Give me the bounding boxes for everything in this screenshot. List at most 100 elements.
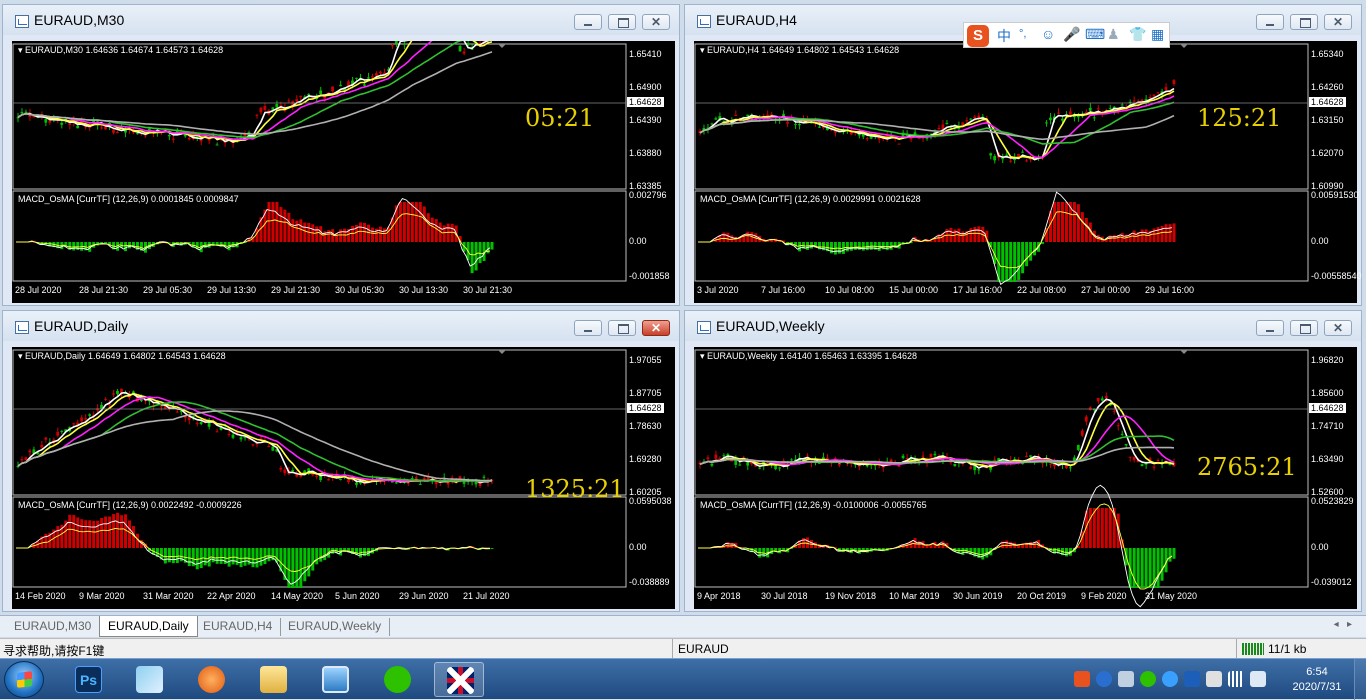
taskbar-app-metatrader[interactable] (434, 662, 484, 697)
tab-euraud-h4[interactable]: EURAUD,H4 (195, 618, 281, 636)
candle-body (463, 52, 466, 54)
network-icon[interactable] (1228, 671, 1244, 687)
maximize-button[interactable] (608, 14, 636, 30)
close-button[interactable]: ✕ (1324, 320, 1352, 336)
candle-body (934, 454, 937, 455)
minimize-button[interactable] (1256, 320, 1284, 336)
candle-body (228, 434, 231, 435)
skin-icon[interactable]: 👕 (1129, 26, 1146, 43)
taskbar-app-paint[interactable] (124, 662, 174, 697)
safety-tray-icon[interactable] (1206, 671, 1222, 687)
shield-icon[interactable] (1184, 671, 1200, 687)
close-button[interactable]: ✕ (642, 320, 670, 336)
taskbar-app-photo-viewer[interactable] (310, 662, 360, 697)
candle-body (80, 417, 83, 421)
taskbar-app-wechat[interactable] (372, 662, 422, 697)
price-chart[interactable]: ▾ EURAUD,Weekly 1.64140 1.65463 1.63395 … (694, 347, 1357, 609)
candle-body (112, 130, 115, 133)
macd-histogram-bar (1029, 242, 1032, 261)
candle-body (116, 132, 119, 133)
macd-histogram-bar (1053, 548, 1056, 554)
candle-body (275, 104, 278, 107)
chart-window-m30[interactable]: EURAUD,M30 ✕ ▾ EURAUD,M30 1.64636 1.6467… (2, 4, 680, 306)
user-icon[interactable]: ♟ (1107, 26, 1120, 43)
expand-tray-icon[interactable] (1118, 671, 1134, 687)
collapse-triangle-icon: ▾ (18, 351, 25, 361)
candle-body (794, 124, 797, 125)
candle-body (419, 484, 422, 485)
system-clock[interactable]: 6:54 2020/7/31 (1288, 665, 1346, 695)
close-button[interactable]: ✕ (1324, 14, 1352, 30)
macd-histogram-bar (914, 538, 917, 548)
time-axis-label: 29 Jul 05:30 (143, 285, 192, 295)
menu-grid-icon[interactable]: ▦ (1151, 26, 1164, 43)
connection-icon (1242, 643, 1264, 655)
macd-histogram-bar (491, 242, 494, 250)
window-titlebar[interactable]: EURAUD,M30 ✕ (3, 5, 679, 35)
time-axis-label: 30 Jun 2019 (953, 591, 1003, 601)
candle-body (259, 108, 262, 113)
maximize-button[interactable] (1290, 14, 1318, 30)
price-chart[interactable]: ▾ EURAUD,H4 1.64649 1.64802 1.64543 1.64… (694, 41, 1357, 303)
ime-chinese-mode[interactable]: 中 (997, 26, 1011, 46)
macd-histogram-bar (303, 548, 306, 581)
price-chart[interactable]: ▾ EURAUD,Daily 1.64649 1.64802 1.64543 1… (12, 347, 675, 609)
macd-histogram-bar (961, 231, 964, 242)
close-icon: ✕ (643, 321, 669, 335)
macd-histogram-bar (259, 548, 262, 566)
tab-euraud-weekly[interactable]: EURAUD,Weekly (280, 618, 390, 636)
minimize-button[interactable] (574, 320, 602, 336)
keyboard-icon[interactable]: ⌨ (1085, 26, 1105, 43)
minimize-button[interactable] (574, 14, 602, 30)
ime-punctuation[interactable]: °, (1019, 28, 1026, 40)
candle-body (1009, 161, 1012, 162)
tab-euraud-m30[interactable]: EURAUD,M30 (6, 618, 100, 636)
tab-scroll-arrows[interactable]: ◂ ▸ (1334, 619, 1352, 630)
candle-body (965, 120, 968, 121)
candle-body (24, 112, 27, 113)
candle-body (44, 438, 47, 440)
emoji-icon[interactable]: ☺ (1041, 26, 1055, 42)
chart-tabs: EURAUD,M30 EURAUD,Daily EURAUD,H4 EURAUD… (0, 615, 1366, 637)
macd-histogram-bar (188, 548, 191, 566)
candle-body (116, 391, 119, 394)
chart-window-weekly[interactable]: EURAUD,Weekly ✕ ▾ EURAUD,Weekly 1.64140 … (684, 310, 1362, 612)
start-button[interactable] (4, 661, 44, 698)
maximize-button[interactable] (1290, 320, 1318, 336)
macd-histogram-bar (108, 516, 111, 548)
chart-window-daily[interactable]: EURAUD,Daily ✕ ▾ EURAUD,Daily 1.64649 1.… (2, 310, 680, 612)
taskbar-app-photoshop[interactable]: Ps (63, 662, 113, 697)
sogou-tray-icon[interactable] (1074, 671, 1090, 687)
sogou-logo-icon[interactable]: S (967, 25, 989, 47)
macd-histogram-bar (1021, 242, 1024, 273)
macd-histogram-bar (726, 542, 729, 548)
window-titlebar[interactable]: EURAUD,Daily ✕ (3, 311, 679, 341)
window-titlebar[interactable]: EURAUD,Weekly ✕ (685, 311, 1361, 341)
macd-histogram-bar (399, 202, 402, 242)
price-chart[interactable]: ▾ EURAUD,M30 1.64636 1.64674 1.64573 1.6… (12, 41, 675, 303)
microphone-icon[interactable]: 🎤 (1063, 26, 1080, 43)
candle-body (1133, 457, 1136, 460)
candle-body (782, 114, 785, 116)
volume-icon[interactable] (1250, 671, 1266, 687)
help-tray-icon[interactable] (1096, 671, 1112, 687)
tab-euraud-daily[interactable]: EURAUD,Daily (99, 616, 198, 637)
taskbar-app-explorer[interactable] (248, 662, 298, 697)
chart-svg (694, 41, 1357, 303)
chart-window-h4[interactable]: EURAUD,H4 ✕ ▾ EURAUD,H4 1.64649 1.64802 … (684, 4, 1362, 306)
minimize-button[interactable] (1256, 14, 1284, 30)
candle-body (774, 466, 777, 469)
macd-histogram-bar (1025, 242, 1028, 266)
wechat-tray-icon[interactable] (1140, 671, 1156, 687)
ime-toolbar[interactable]: S 中 °, ☺ 🎤 ⌨ ♟ 👕 ▦ (963, 22, 1170, 48)
show-desktop-button[interactable] (1354, 659, 1366, 700)
cloud-tray-icon[interactable] (1162, 671, 1178, 687)
candle-body (104, 399, 107, 400)
taskbar-app-browser[interactable] (186, 662, 236, 697)
candle-body (279, 468, 282, 470)
maximize-button[interactable] (608, 320, 636, 336)
candle-body (1157, 460, 1160, 461)
candle-body (172, 139, 175, 140)
candle-body (208, 422, 211, 426)
close-button[interactable]: ✕ (642, 14, 670, 30)
